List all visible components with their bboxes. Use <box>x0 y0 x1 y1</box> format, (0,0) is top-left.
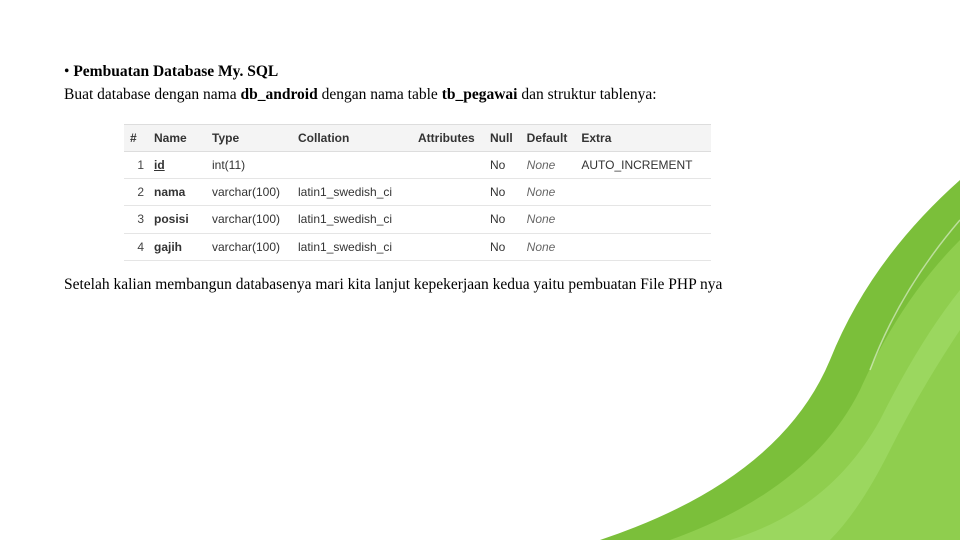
intro-mid: dengan nama table <box>318 86 442 103</box>
cell-name: gajih <box>148 233 206 260</box>
cell-name: nama <box>148 179 206 206</box>
table-header-row: # Name Type Collation Attributes Null De… <box>124 124 711 151</box>
th-type: Type <box>206 124 292 151</box>
cell-num: 1 <box>124 152 148 179</box>
cell-collation: latin1_swedish_ci <box>292 233 412 260</box>
table-name: tb_pegawai <box>442 86 518 103</box>
after-text: Setelah kalian membangun databasenya mar… <box>64 275 916 296</box>
table-row: 1idint(11) NoNoneAUTO_INCREMENT <box>124 152 711 179</box>
cell-num: 2 <box>124 179 148 206</box>
cell-type: varchar(100) <box>206 206 292 233</box>
cell-null: No <box>484 179 521 206</box>
cell-attributes <box>412 179 484 206</box>
cell-attributes <box>412 233 484 260</box>
cell-name: id <box>148 152 206 179</box>
cell-null: No <box>484 233 521 260</box>
intro-line: Buat database dengan nama db_android den… <box>64 85 916 106</box>
cell-num: 4 <box>124 233 148 260</box>
table-row: 3posisivarchar(100)latin1_swedish_ci NoNo… <box>124 206 711 233</box>
th-num: # <box>124 124 148 151</box>
heading-text: Pembuatan Database My. SQL <box>73 63 278 80</box>
db-name: db_android <box>240 86 317 103</box>
th-default: Default <box>521 124 576 151</box>
intro-prefix: Buat database dengan nama <box>64 86 240 103</box>
cell-collation: latin1_swedish_ci <box>292 179 412 206</box>
cell-default: None <box>521 152 576 179</box>
cell-attributes <box>412 152 484 179</box>
th-name: Name <box>148 124 206 151</box>
cell-attributes <box>412 206 484 233</box>
cell-name: posisi <box>148 206 206 233</box>
slide-content: • Pembuatan Database My. SQL Buat databa… <box>0 0 960 296</box>
cell-type: varchar(100) <box>206 179 292 206</box>
structure-table-wrap: # Name Type Collation Attributes Null De… <box>124 124 916 261</box>
cell-default: None <box>521 206 576 233</box>
bullet-icon: • <box>64 63 73 80</box>
cell-type: int(11) <box>206 152 292 179</box>
cell-collation: latin1_swedish_ci <box>292 206 412 233</box>
th-null: Null <box>484 124 521 151</box>
cell-null: No <box>484 152 521 179</box>
intro-suffix: dan struktur tablenya: <box>517 86 656 103</box>
cell-default: None <box>521 233 576 260</box>
table-body: 1idint(11)NoNoneAUTO_INCREMENT2namavarch… <box>124 152 711 261</box>
heading-line: • Pembuatan Database My. SQL <box>64 62 916 83</box>
cell-extra <box>575 206 711 233</box>
cell-num: 3 <box>124 206 148 233</box>
structure-table: # Name Type Collation Attributes Null De… <box>124 124 711 261</box>
cell-extra <box>575 179 711 206</box>
th-collation: Collation <box>292 124 412 151</box>
th-extra: Extra <box>575 124 711 151</box>
table-row: 4gajihvarchar(100)latin1_swedish_ci NoNon… <box>124 233 711 260</box>
cell-extra <box>575 233 711 260</box>
cell-type: varchar(100) <box>206 233 292 260</box>
cell-null: No <box>484 206 521 233</box>
cell-default: None <box>521 179 576 206</box>
th-attr: Attributes <box>412 124 484 151</box>
table-row: 2namavarchar(100)latin1_swedish_ci NoNone <box>124 179 711 206</box>
cell-collation <box>292 152 412 179</box>
cell-extra: AUTO_INCREMENT <box>575 152 711 179</box>
